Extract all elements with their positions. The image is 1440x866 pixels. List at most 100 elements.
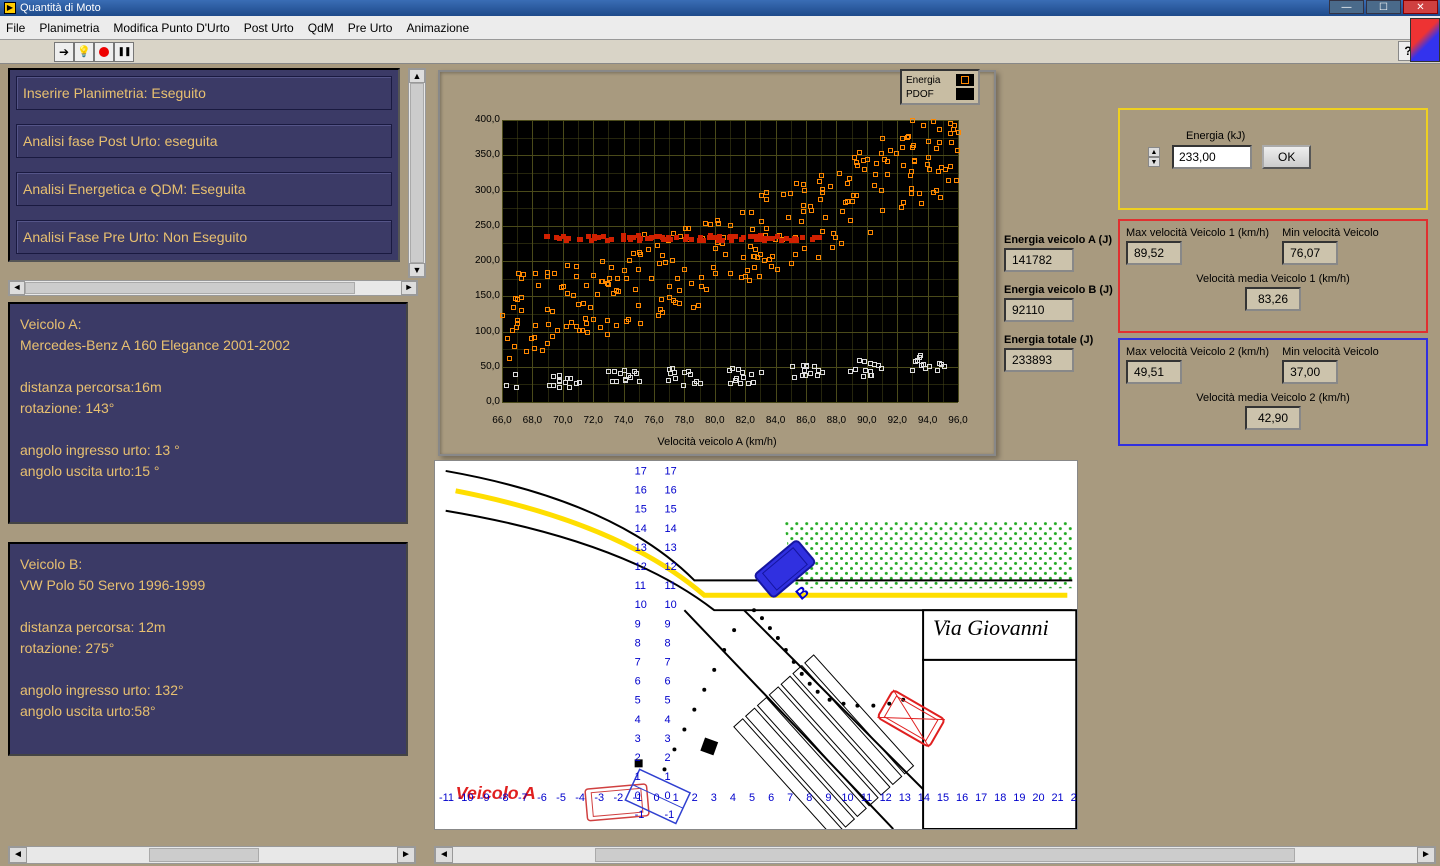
svg-text:6: 6 bbox=[635, 676, 641, 688]
status-hscroll[interactable]: ◄► bbox=[8, 280, 418, 296]
status-step-pre-urto[interactable]: Analisi Fase Pre Urto: Non Eseguito bbox=[16, 220, 392, 254]
svg-text:12: 12 bbox=[635, 561, 647, 573]
svg-text:1: 1 bbox=[664, 771, 670, 783]
plot-area[interactable] bbox=[502, 120, 958, 402]
ok-button[interactable]: OK bbox=[1262, 145, 1311, 169]
menu-modifica-punto[interactable]: Modifica Punto D'Urto bbox=[113, 21, 229, 35]
record-button[interactable] bbox=[94, 42, 114, 62]
menu-bar: File Planimetria Modifica Punto D'Urto P… bbox=[0, 16, 1440, 40]
svg-text:7: 7 bbox=[787, 792, 793, 804]
svg-text:0: 0 bbox=[653, 792, 659, 804]
v1-max-value: 89,52 bbox=[1126, 241, 1182, 265]
energy-total-value: 233893 bbox=[1004, 348, 1074, 372]
svg-text:14: 14 bbox=[664, 523, 676, 535]
close-button[interactable]: ✕ bbox=[1403, 0, 1438, 14]
energy-input-label: Energia (kJ) bbox=[1186, 130, 1398, 142]
chart-legend: Energia PDOF bbox=[900, 69, 980, 105]
menu-planimetria[interactable]: Planimetria bbox=[39, 21, 99, 35]
svg-text:9: 9 bbox=[825, 792, 831, 804]
v1-min-label: Min velocità Veicolo bbox=[1282, 227, 1379, 239]
status-vscroll[interactable]: ▲▼ bbox=[408, 68, 426, 278]
svg-text:1: 1 bbox=[635, 771, 641, 783]
planimetry-map[interactable]: Via Giovanni B bbox=[434, 460, 1078, 830]
svg-text:15: 15 bbox=[635, 504, 647, 516]
status-panel: Inserire Planimetria: Eseguito Analisi f… bbox=[8, 68, 424, 288]
svg-text:6: 6 bbox=[664, 676, 670, 688]
svg-text:5: 5 bbox=[664, 695, 670, 707]
energy-readouts: Energia veicolo A (J) 141782 Energia vei… bbox=[1004, 222, 1113, 372]
vehicle-a-angle-out: angolo uscita urto:15 ° bbox=[20, 461, 396, 482]
svg-text:19: 19 bbox=[1013, 792, 1025, 804]
svg-text:10: 10 bbox=[841, 792, 853, 804]
menu-qdm[interactable]: QdM bbox=[308, 21, 334, 35]
v2-avg-value: 42,90 bbox=[1245, 406, 1301, 430]
menu-post-urto[interactable]: Post Urto bbox=[244, 21, 294, 35]
svg-text:4: 4 bbox=[635, 714, 641, 726]
status-step-post-urto[interactable]: Analisi fase Post Urto: eseguita bbox=[16, 124, 392, 158]
status-step-energetica[interactable]: Analisi Energetica e QDM: Eseguita bbox=[16, 172, 392, 206]
menu-file[interactable]: File bbox=[6, 21, 25, 35]
svg-text:-10: -10 bbox=[458, 792, 474, 804]
v1-avg-label: Velocità media Veicolo 1 (km/h) bbox=[1126, 273, 1420, 285]
maximize-button[interactable]: ☐ bbox=[1366, 0, 1401, 14]
svg-text:11: 11 bbox=[861, 792, 872, 804]
energy-spinner[interactable]: ▲▼ bbox=[1148, 147, 1160, 167]
main-bottom-hscroll[interactable]: ◄► bbox=[434, 846, 1436, 864]
svg-text:1: 1 bbox=[673, 792, 679, 804]
svg-text:20: 20 bbox=[1032, 792, 1044, 804]
highlight-button[interactable] bbox=[74, 42, 94, 62]
svg-text:-9: -9 bbox=[480, 792, 490, 804]
status-step-planimetria[interactable]: Inserire Planimetria: Eseguito bbox=[16, 76, 392, 110]
vehicle-b-rotation: rotazione: 275° bbox=[20, 638, 396, 659]
v2-min-label: Min velocità Veicolo bbox=[1282, 346, 1379, 358]
legend-energia-swatch bbox=[956, 74, 974, 86]
svg-text:7: 7 bbox=[664, 656, 670, 668]
energy-b-label: Energia veicolo B (J) bbox=[1004, 284, 1113, 296]
legend-pdof-label: PDOF bbox=[906, 89, 934, 100]
svg-text:21: 21 bbox=[1051, 792, 1063, 804]
vehicle-b-model: VW Polo 50 Servo 1996-1999 bbox=[20, 575, 396, 596]
svg-text:13: 13 bbox=[664, 542, 676, 554]
svg-text:15: 15 bbox=[664, 504, 676, 516]
vehicle-a-title: Veicolo A: bbox=[20, 314, 396, 335]
vehicle-a-angle-in: angolo ingresso urto: 13 ° bbox=[20, 440, 396, 461]
energy-total-label: Energia totale (J) bbox=[1004, 334, 1113, 346]
svg-text:11: 11 bbox=[635, 580, 646, 592]
energy-input[interactable] bbox=[1172, 145, 1252, 169]
legend-energia-label: Energia bbox=[906, 75, 940, 86]
minimize-button[interactable]: — bbox=[1329, 0, 1364, 14]
svg-text:8: 8 bbox=[635, 637, 641, 649]
cars-icon bbox=[1410, 18, 1440, 62]
svg-text:-4: -4 bbox=[575, 792, 585, 804]
vehicle-b-title: Veicolo B: bbox=[20, 554, 396, 575]
svg-text:-7: -7 bbox=[518, 792, 528, 804]
pause-button[interactable] bbox=[114, 42, 134, 62]
svg-text:16: 16 bbox=[664, 485, 676, 497]
left-bottom-hscroll[interactable]: ◄► bbox=[8, 846, 416, 864]
v2-avg-label: Velocità media Veicolo 2 (km/h) bbox=[1126, 392, 1420, 404]
svg-text:0: 0 bbox=[635, 790, 641, 802]
svg-text:13: 13 bbox=[635, 542, 647, 554]
menu-pre-urto[interactable]: Pre Urto bbox=[348, 21, 393, 35]
svg-text:14: 14 bbox=[918, 792, 930, 804]
svg-text:0: 0 bbox=[664, 790, 670, 802]
svg-text:12: 12 bbox=[880, 792, 892, 804]
svg-text:2: 2 bbox=[664, 752, 670, 764]
svg-text:5: 5 bbox=[749, 792, 755, 804]
v1-min-value: 76,07 bbox=[1282, 241, 1338, 265]
svg-text:-5: -5 bbox=[556, 792, 566, 804]
svg-text:10: 10 bbox=[664, 599, 676, 611]
energy-a-label: Energia veicolo A (J) bbox=[1004, 234, 1113, 246]
svg-text:-8: -8 bbox=[499, 792, 509, 804]
menu-animazione[interactable]: Animazione bbox=[406, 21, 469, 35]
vehicle1-velocity-box: Max velocità Veicolo 1 (km/h) 89,52 Min … bbox=[1118, 219, 1428, 333]
svg-text:10: 10 bbox=[635, 599, 647, 611]
run-button[interactable] bbox=[54, 42, 74, 62]
svg-text:16: 16 bbox=[635, 485, 647, 497]
svg-text:17: 17 bbox=[975, 792, 987, 804]
vehicle-b-distance: distanza percorsa: 12m bbox=[20, 617, 396, 638]
svg-text:8: 8 bbox=[664, 637, 670, 649]
svg-text:-11: -11 bbox=[439, 792, 454, 804]
app-icon: ▶ bbox=[4, 2, 16, 14]
v1-max-label: Max velocità Veicolo 1 (km/h) bbox=[1126, 227, 1269, 239]
